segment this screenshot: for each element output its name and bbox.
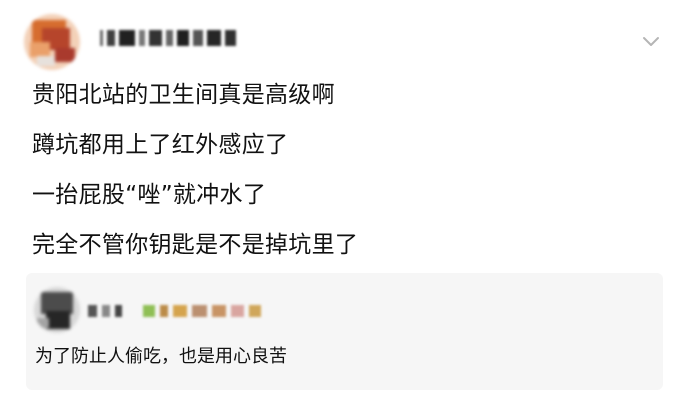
post-avatar[interactable]: [24, 14, 80, 70]
post-line: 蹲坑都用上了红外感应了: [32, 132, 289, 158]
post-line: 一抬屁股“唑”就冲水了: [32, 182, 267, 208]
post-content: 贵阳北站的卫生间真是高级啊 蹲坑都用上了红外感应了 一抬屁股“唑”就冲水了 完全…: [32, 82, 358, 258]
reply-username-redacted[interactable]: [88, 305, 261, 317]
reply-text: 为了防止人偷吃，也是用心良苦: [35, 346, 287, 367]
chevron-down-icon[interactable]: [640, 30, 662, 52]
post-username-redacted[interactable]: [100, 30, 236, 46]
reply-card[interactable]: 为了防止人偷吃，也是用心良苦: [26, 273, 663, 390]
post-line: 完全不管你钥匙是不是掉坑里了: [32, 232, 359, 258]
reply-avatar[interactable]: [34, 287, 80, 333]
post-line: 贵阳北站的卫生间真是高级啊: [32, 82, 335, 108]
